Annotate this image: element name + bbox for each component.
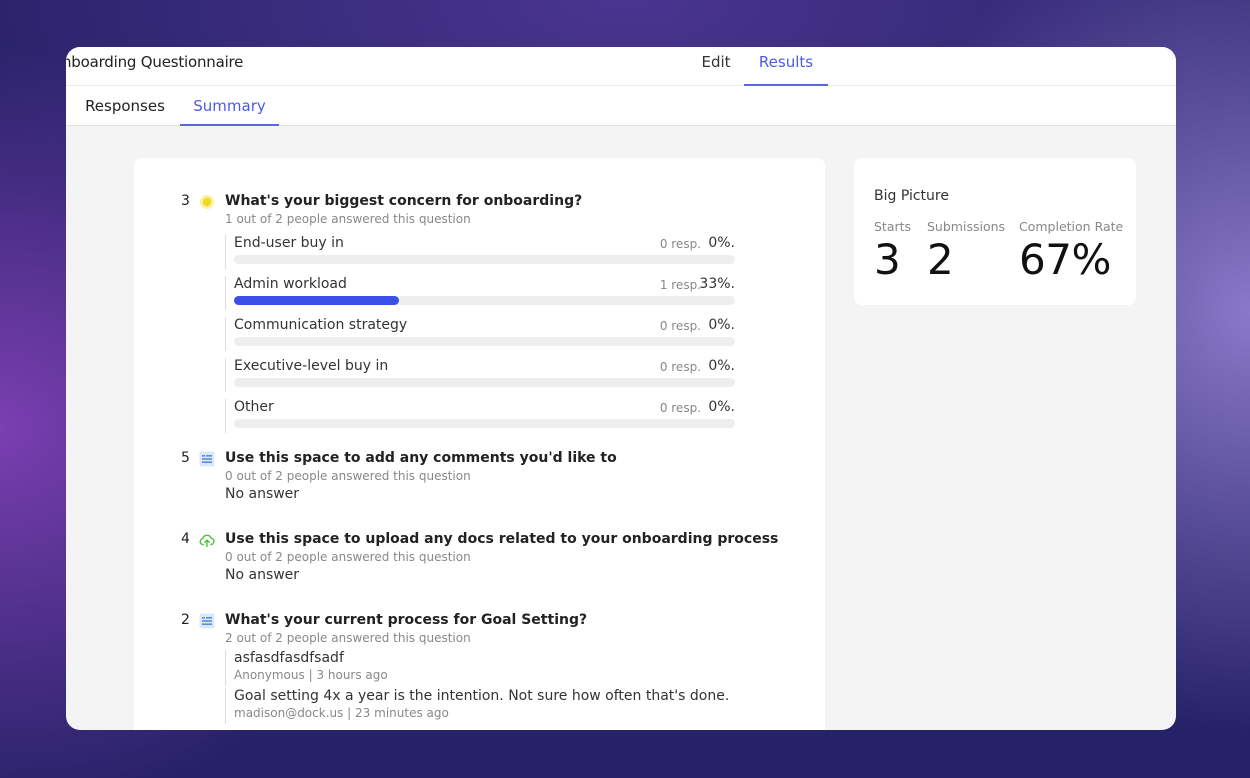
option-resp-count: 1 resp. xyxy=(659,278,701,292)
answer-item: Goal setting 4x a year is the intention.… xyxy=(225,688,745,724)
option-percent: 0%. xyxy=(708,399,735,415)
summary-card: 3 What's your biggest concern for onboar… xyxy=(134,158,825,730)
question-number: 5 xyxy=(181,450,190,466)
question-title: What's your current process for Goal Set… xyxy=(225,612,588,628)
no-answer-text: No answer xyxy=(225,567,300,583)
option-row: Other 0 resp. 0%. xyxy=(225,399,735,433)
option-label: Executive-level buy in xyxy=(234,358,389,374)
option-bar xyxy=(234,255,735,264)
no-answer-text: No answer xyxy=(225,486,300,502)
option-resp-count: 0 resp. xyxy=(659,237,701,251)
option-percent: 0%. xyxy=(708,317,735,333)
tab-summary[interactable]: Summary xyxy=(180,86,279,126)
stat-label: Starts xyxy=(874,219,912,234)
multiple-choice-icon xyxy=(200,195,214,209)
big-picture-title: Big Picture xyxy=(874,188,949,204)
option-row: Communication strategy 0 resp. 0%. xyxy=(225,317,735,351)
question-stats: 1 out of 2 people answered this question xyxy=(225,212,471,226)
stat-value: 3 xyxy=(874,235,901,284)
option-label: Communication strategy xyxy=(234,317,408,333)
question-block: 4 Use this space to upload any docs rela… xyxy=(181,531,781,591)
option-label: Other xyxy=(234,399,274,415)
answer-item: asfasdfasdfsadf Anonymous | 3 hours ago xyxy=(225,650,745,686)
option-row: Executive-level buy in 0 resp. 0%. xyxy=(225,358,735,392)
answer-meta: madison@dock.us | 23 minutes ago xyxy=(234,706,449,720)
text-answer-icon xyxy=(199,613,215,629)
question-block: 2 What's your current process for Goal S… xyxy=(181,612,821,730)
option-resp-count: 0 resp. xyxy=(659,360,701,374)
question-stats: 0 out of 2 people answered this question xyxy=(225,469,471,483)
option-bar xyxy=(234,378,735,387)
question-number: 2 xyxy=(181,612,190,628)
stat-label: Completion Rate xyxy=(1019,219,1124,234)
question-number: 3 xyxy=(181,193,190,209)
answer-text: asfasdfasdfsadf xyxy=(234,650,344,666)
tab-edit[interactable]: Edit xyxy=(691,47,741,86)
top-bar: nboarding Questionnaire Edit Results xyxy=(66,47,1176,86)
question-block: 5 Use this space to add any comments you… xyxy=(181,450,781,510)
stat-starts: Starts 3 xyxy=(874,219,911,282)
question-block: 3 What's your biggest concern for onboar… xyxy=(181,193,781,433)
stat-value: 67% xyxy=(1019,235,1111,284)
option-percent: 33%. xyxy=(699,276,735,292)
option-bar-fill xyxy=(234,296,400,305)
upload-cloud-icon xyxy=(199,534,215,548)
option-resp-count: 0 resp. xyxy=(659,319,701,333)
big-picture-card: Big Picture Starts 3 Submissions 2 Compl… xyxy=(854,158,1136,305)
stat-value: 2 xyxy=(927,235,954,284)
answer-text: Goal setting 4x a year is the intention.… xyxy=(234,688,730,704)
option-label: End-user buy in xyxy=(234,235,344,251)
option-resp-count: 0 resp. xyxy=(659,401,701,415)
page-title: nboarding Questionnaire xyxy=(66,53,244,71)
option-row: End-user buy in 0 resp. 0%. xyxy=(225,235,735,269)
question-title: What's your biggest concern for onboardi… xyxy=(225,193,583,209)
text-answer-icon xyxy=(199,451,215,467)
question-stats: 0 out of 2 people answered this question xyxy=(225,550,471,564)
tab-responses[interactable]: Responses xyxy=(80,86,170,126)
question-stats: 2 out of 2 people answered this question xyxy=(225,631,471,645)
option-bar xyxy=(234,337,735,346)
question-title: Use this space to add any comments you'd… xyxy=(225,450,617,466)
question-number: 4 xyxy=(181,531,190,547)
option-label: Admin workload xyxy=(234,276,347,292)
option-percent: 0%. xyxy=(708,235,735,251)
stat-label: Submissions xyxy=(927,219,1006,234)
sub-nav: Responses Summary xyxy=(66,86,1176,126)
option-bar xyxy=(234,296,735,305)
tab-results[interactable]: Results xyxy=(744,47,828,86)
stat-completion-rate: Completion Rate 67% xyxy=(1019,219,1123,282)
answer-meta: Anonymous | 3 hours ago xyxy=(234,668,388,682)
stat-submissions: Submissions 2 xyxy=(927,219,1005,282)
app-window: nboarding Questionnaire Edit Results Res… xyxy=(66,47,1176,730)
option-row: Admin workload 1 resp. 33%. xyxy=(225,276,735,310)
option-bar xyxy=(234,419,735,428)
option-percent: 0%. xyxy=(708,358,735,374)
question-title: Use this space to upload any docs relate… xyxy=(225,531,779,547)
